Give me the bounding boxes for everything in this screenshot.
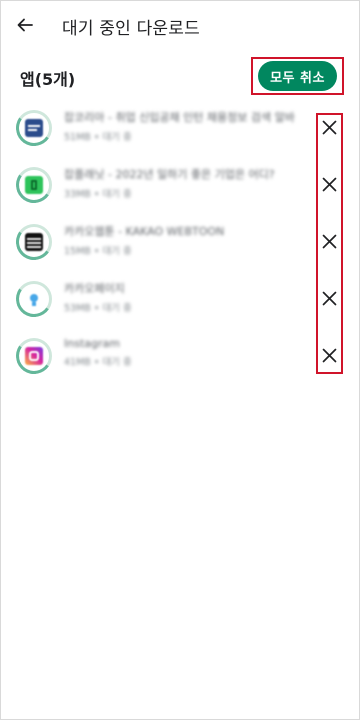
list-item[interactable]: Instagram 41MB • 대기 중 xyxy=(0,328,360,384)
back-button[interactable] xyxy=(12,12,38,38)
list-item[interactable]: 카카오페이지 53MB • 대기 중 xyxy=(0,271,360,327)
app-name: 잡코리아 - 취업 신입공채 인턴 채용정보 검색 알바 xyxy=(64,111,295,124)
page-title: 대기 중인 다운로드 xyxy=(62,19,200,39)
cancel-buttons-highlight xyxy=(316,113,343,374)
app-name: 잡플래닛 - 2022년 일하기 좋은 기업은 어디? xyxy=(64,168,275,181)
app-name: 카카오웹툰 - KAKAO WEBTOON xyxy=(64,225,225,238)
app-name: 카카오페이지 xyxy=(64,282,125,295)
app-icon xyxy=(25,119,43,137)
download-progress-ring xyxy=(13,221,55,263)
arrow-back-icon xyxy=(17,18,33,32)
app-status: 15MB • 대기 중 xyxy=(64,246,132,257)
list-item[interactable]: 잡코리아 - 취업 신입공채 인턴 채용정보 검색 알바 51MB • 대기 중 xyxy=(0,100,360,156)
app-status: 41MB • 대기 중 xyxy=(64,357,132,368)
app-icon xyxy=(25,176,43,194)
list-item[interactable]: 잡플래닛 - 2022년 일하기 좋은 기업은 어디? 33MB • 대기 중 xyxy=(0,157,360,213)
download-progress-ring xyxy=(13,107,55,149)
app-icon xyxy=(25,233,43,251)
download-progress-ring xyxy=(13,164,55,206)
section-title: 앱(5개) xyxy=(20,70,76,89)
app-status: 51MB • 대기 중 xyxy=(64,132,132,143)
cancel-all-button[interactable]: 모두 취소 xyxy=(258,61,337,91)
list-item[interactable]: 카카오웹툰 - KAKAO WEBTOON 15MB • 대기 중 xyxy=(0,214,360,270)
app-status: 33MB • 대기 중 xyxy=(64,189,132,200)
app-status: 53MB • 대기 중 xyxy=(64,303,132,314)
download-progress-ring xyxy=(13,335,55,377)
app-name: Instagram xyxy=(64,337,120,350)
app-icon xyxy=(25,347,43,365)
download-progress-ring xyxy=(13,278,55,320)
app-icon xyxy=(25,290,43,308)
top-app-bar: 대기 중인 다운로드 xyxy=(0,0,360,52)
